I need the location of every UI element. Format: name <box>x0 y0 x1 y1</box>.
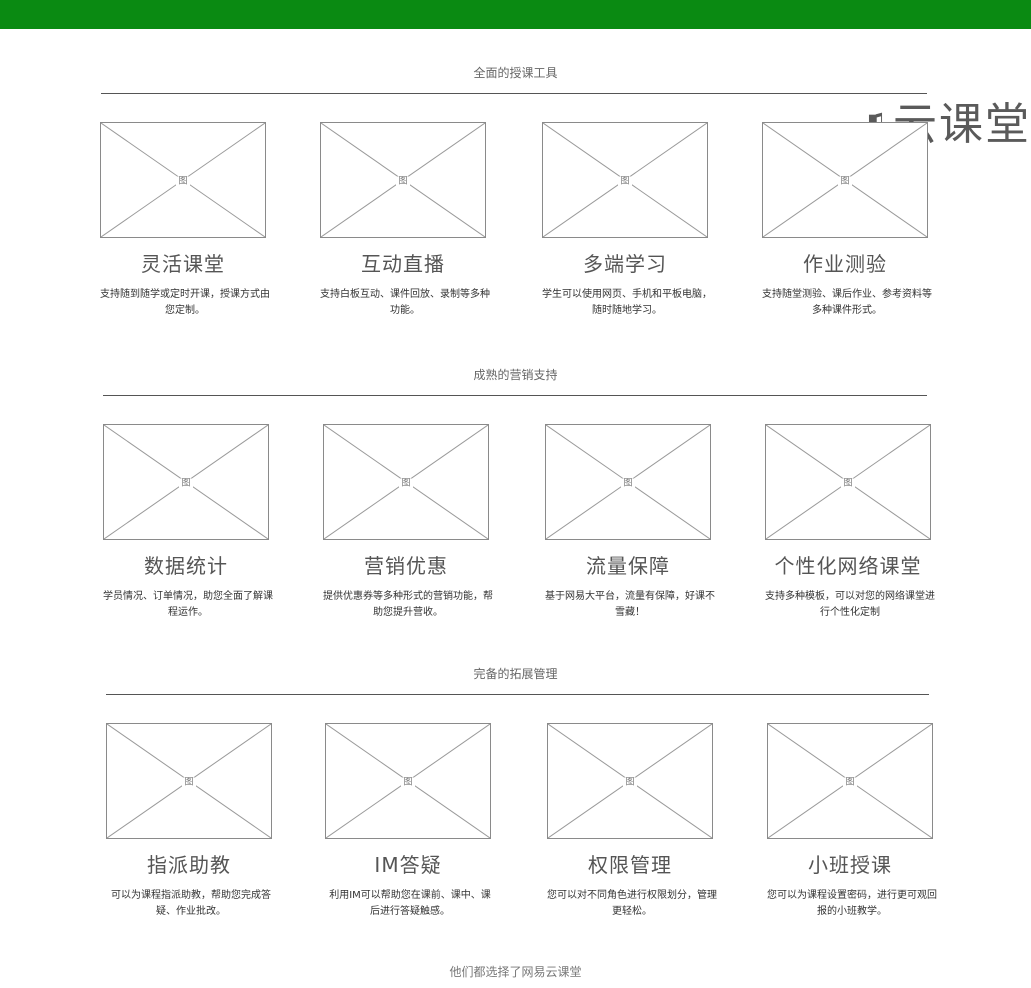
placeholder-label: 图 <box>841 478 855 489</box>
image-placeholder: 图 <box>547 723 713 839</box>
placeholder-label: 图 <box>838 176 852 187</box>
placeholder-label: 图 <box>182 777 196 788</box>
image-placeholder: 图 <box>100 122 266 238</box>
feature-desc: 提供优惠券等多种形式的营销功能，帮助您提升营收。 <box>323 591 493 618</box>
section-title: 完备的拓展管理 <box>473 667 558 681</box>
placeholder-label: 图 <box>621 478 635 489</box>
feature-desc: 基于网易大平台，流量有保障，好课不雪藏！ <box>545 591 715 618</box>
placeholder-label: 图 <box>618 176 632 187</box>
feature-desc: 支持多种模板，可以对您的网络课堂进行个性化定制 <box>765 591 935 618</box>
section-title: 全面的授课工具 <box>473 66 558 80</box>
feature-card: 图 互动直播 支持白板互动、课件回放、录制等多种功能。 <box>320 122 490 319</box>
image-placeholder: 图 <box>765 424 931 540</box>
feature-title: 多端学习 <box>583 252 667 276</box>
feature-title: 个性化网络课堂 <box>774 554 922 578</box>
feature-title: 流量保障 <box>586 554 670 578</box>
feature-title: 数据统计 <box>144 554 228 578</box>
feature-desc: 您可以为课程设置密码，进行更可观回报的小班教学。 <box>767 890 937 917</box>
feature-title: IM答疑 <box>374 853 442 877</box>
image-placeholder: 图 <box>106 723 272 839</box>
feature-desc: 您可以对不同角色进行权限划分，管理更轻松。 <box>547 890 717 917</box>
placeholder-label: 图 <box>401 777 415 788</box>
image-placeholder: 图 <box>542 122 708 238</box>
feature-card: 图 个性化网络课堂 支持多种模板，可以对您的网络课堂进行个性化定制 <box>765 424 935 621</box>
feature-card: 图 营销优惠 提供优惠券等多种形式的营销功能，帮助您提升营收。 <box>323 424 493 621</box>
feature-card: 图 灵活课堂 支持随到随学或定时开课，授课方式由您定制。 <box>100 122 270 319</box>
feature-title: 作业测验 <box>803 252 887 276</box>
feature-card: 图 小班授课 您可以为课程设置密码，进行更可观回报的小班教学。 <box>767 723 937 920</box>
image-placeholder: 图 <box>323 424 489 540</box>
placeholder-label: 图 <box>623 777 637 788</box>
placeholder-label: 图 <box>176 176 190 187</box>
placeholder-label: 图 <box>396 176 410 187</box>
feature-desc: 支持随堂测验、课后作业、参考资料等多种课件形式。 <box>762 289 932 316</box>
feature-title: 小班授课 <box>808 853 892 877</box>
image-placeholder: 图 <box>545 424 711 540</box>
feature-card: 图 作业测验 支持随堂测验、课后作业、参考资料等多种课件形式。 <box>762 122 932 319</box>
placeholder-label: 图 <box>179 478 193 489</box>
image-placeholder: 图 <box>320 122 486 238</box>
section-title: 成熟的营销支持 <box>473 368 558 382</box>
footer-heading: 他们都选择了网易云课堂 <box>449 965 582 979</box>
section-divider <box>101 93 927 94</box>
feature-card: 图 流量保障 基于网易大平台，流量有保障，好课不雪藏！ <box>545 424 715 621</box>
feature-title: 指派助教 <box>147 853 231 877</box>
image-placeholder: 图 <box>762 122 928 238</box>
top-bar <box>0 0 1031 29</box>
feature-desc: 学生可以使用网页、手机和平板电脑，随时随地学习。 <box>542 289 712 316</box>
feature-card: 图 多端学习 学生可以使用网页、手机和平板电脑，随时随地学习。 <box>542 122 712 319</box>
image-placeholder: 图 <box>767 723 933 839</box>
placeholder-label: 图 <box>843 777 857 788</box>
feature-title: 权限管理 <box>588 853 672 877</box>
feature-title: 营销优惠 <box>364 554 448 578</box>
feature-card: 图 指派助教 可以为课程指派助教，帮助您完成答疑、作业批改。 <box>106 723 272 920</box>
image-placeholder: 图 <box>325 723 491 839</box>
feature-card: 图 权限管理 您可以对不同角色进行权限划分，管理更轻松。 <box>547 723 717 920</box>
feature-desc: 可以为课程指派助教，帮助您完成答疑、作业批改。 <box>111 890 271 917</box>
feature-desc: 支持随到随学或定时开课，授课方式由您定制。 <box>100 289 270 316</box>
feature-card: 图 数据统计 学员情况、订单情况，助您全面了解课程运作。 <box>103 424 273 621</box>
feature-desc: 利用IM可以帮助您在课前、课中、课后进行答疑触感。 <box>329 890 491 917</box>
feature-desc: 支持白板互动、课件回放、录制等多种功能。 <box>320 289 490 316</box>
feature-card: 图 IM答疑 利用IM可以帮助您在课前、课中、课后进行答疑触感。 <box>325 723 491 920</box>
image-placeholder: 图 <box>103 424 269 540</box>
section-divider <box>106 694 929 695</box>
feature-desc: 学员情况、订单情况，助您全面了解课程运作。 <box>103 591 273 618</box>
feature-title: 灵活课堂 <box>141 252 225 276</box>
placeholder-label: 图 <box>399 478 413 489</box>
feature-title: 互动直播 <box>361 252 445 276</box>
section-divider <box>103 395 927 396</box>
